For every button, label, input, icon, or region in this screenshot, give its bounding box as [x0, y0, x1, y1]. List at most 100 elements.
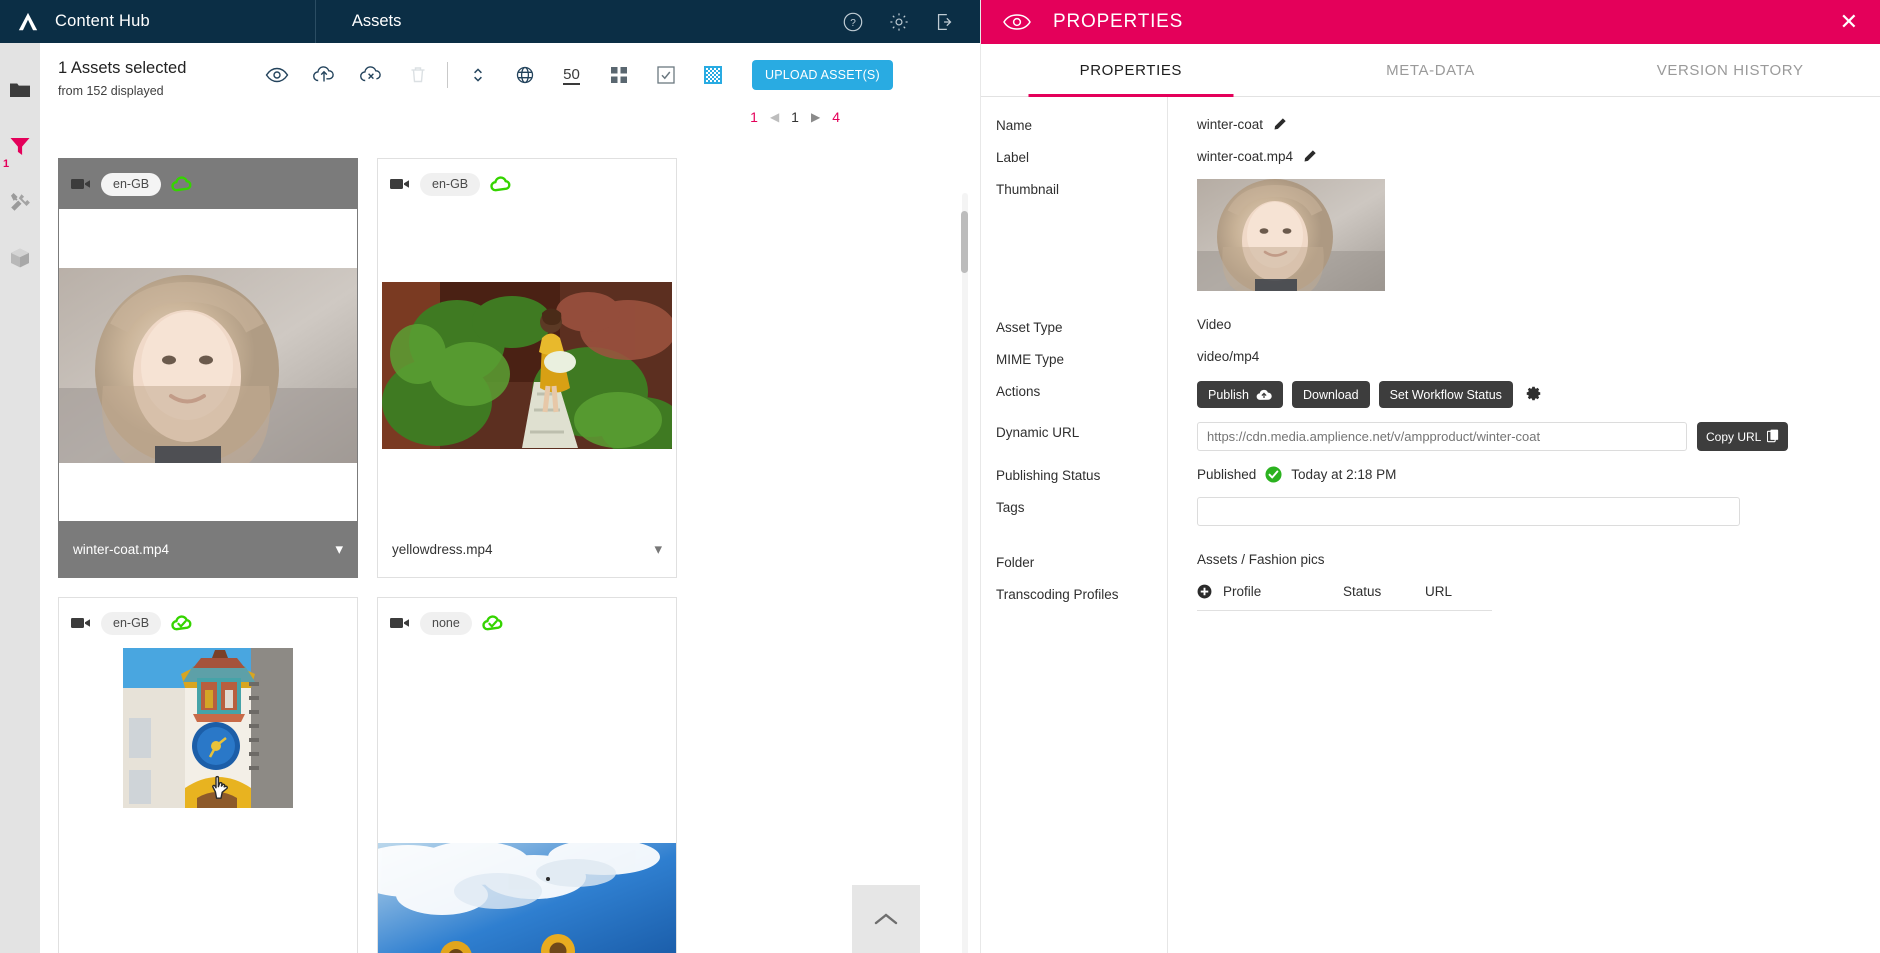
- column-url: URL: [1425, 584, 1453, 599]
- asset-card-sunflower[interactable]: none: [377, 597, 677, 953]
- field-label: MIME Type: [996, 352, 1065, 367]
- cloud-upload-icon: [1256, 389, 1272, 400]
- properties-list: Name winter-coat Label winter-coat.mp4 T…: [981, 97, 1880, 953]
- label-value: winter-coat.mp4: [1197, 148, 1294, 164]
- publish-button-label: Publish: [1208, 387, 1249, 402]
- pagination: 1 ◀ 1 ▶ 4: [40, 109, 980, 125]
- asset-thumbnail-preview[interactable]: [1197, 179, 1385, 291]
- asset-card-yellowdress[interactable]: en-GB yellowdress.mp4 ▾: [377, 158, 677, 578]
- asset-card-header: en-GB: [59, 598, 357, 648]
- published-cloud-icon: [490, 176, 511, 192]
- field-label: Transcoding Profiles: [996, 587, 1119, 602]
- asset-thumbnail: [59, 648, 357, 953]
- filter-count-badge: 1: [3, 158, 10, 170]
- field-value: winter-coat.mp4: [1167, 147, 1880, 165]
- page-next-arrow[interactable]: ▶: [811, 110, 820, 124]
- asset-card-header: en-GB: [378, 159, 676, 209]
- copy-url-label: Copy URL: [1706, 429, 1762, 444]
- publish-cloud-up-icon[interactable]: [300, 59, 347, 91]
- close-icon[interactable]: ✕: [1840, 11, 1858, 33]
- app-root: Content Hub Assets ? 1 1 Assets selected…: [0, 0, 1880, 953]
- scroll-to-top-button[interactable]: [852, 885, 920, 953]
- field-tags: Tags: [981, 497, 1880, 526]
- preview-eye-icon[interactable]: [981, 10, 1053, 34]
- unpublish-cloud-x-icon[interactable]: [347, 59, 394, 91]
- field-label: Dynamic URL: [996, 425, 1080, 440]
- page-prev-arrow[interactable]: ◀: [770, 110, 779, 124]
- field-dynamic-url: Dynamic URL Copy URL: [981, 422, 1880, 451]
- publishing-status-time: Today at 2:18 PM: [1291, 466, 1397, 482]
- field-label: Label: [996, 150, 1030, 165]
- publish-button[interactable]: Publish: [1197, 381, 1283, 408]
- tags-input[interactable]: [1197, 497, 1740, 526]
- toolbar-icon-group: 50 UPLOAD ASSET(S): [253, 59, 893, 91]
- copy-url-button[interactable]: Copy URL: [1697, 422, 1789, 451]
- asset-name: winter-coat.mp4: [73, 541, 170, 557]
- sidebar-item-filters[interactable]: 1: [3, 133, 33, 170]
- mime-type-value: video/mp4: [1197, 349, 1260, 364]
- transparency-icon[interactable]: [689, 59, 736, 91]
- tab-meta-data[interactable]: META-DATA: [1281, 44, 1581, 96]
- upload-assets-button[interactable]: UPLOAD ASSET(S): [752, 60, 893, 90]
- properties-panel-header: PROPERTIES ✕: [981, 0, 1880, 44]
- asset-card-winter-coat[interactable]: en-GB winter-coat.mp4 ▾: [58, 158, 358, 578]
- actions-settings-gear-icon[interactable]: [1522, 384, 1545, 406]
- sort-updown-icon[interactable]: [454, 59, 501, 91]
- topbar-actions: ?: [842, 11, 980, 33]
- amplience-logo-icon[interactable]: [0, 11, 55, 33]
- preview-eye-icon[interactable]: [253, 59, 300, 91]
- settings-gear-icon[interactable]: [888, 11, 910, 33]
- edit-pencil-icon[interactable]: [1302, 149, 1317, 164]
- assets-scrollbar-track[interactable]: [962, 193, 968, 953]
- assets-scrollbar-thumb[interactable]: [961, 211, 968, 273]
- locale-badge: none: [420, 611, 472, 635]
- page-first[interactable]: 1: [750, 109, 758, 125]
- sidebar-item-folders[interactable]: [7, 77, 33, 103]
- folder-value: Assets / Fashion pics: [1197, 552, 1325, 567]
- field-value: [1167, 497, 1880, 526]
- video-type-icon: [71, 618, 90, 628]
- tab-properties[interactable]: PROPERTIES: [981, 44, 1281, 96]
- selection-summary: 1 Assets selected from 152 displayed: [58, 57, 253, 98]
- locale-badge: en-GB: [420, 172, 481, 196]
- video-type-icon: [390, 618, 409, 628]
- page-last[interactable]: 4: [832, 109, 840, 125]
- edit-pencil-icon[interactable]: [1272, 117, 1287, 132]
- asset-card-header: en-GB: [59, 159, 357, 209]
- asset-name: yellowdress.mp4: [392, 541, 493, 557]
- page-size-selector[interactable]: 50: [548, 59, 595, 91]
- asset-card-footer: winter-coat.mp4 ▾: [59, 521, 357, 577]
- chevron-down-icon[interactable]: ▾: [654, 540, 662, 558]
- brand-name: Content Hub: [55, 12, 150, 30]
- grid-view-icon[interactable]: [595, 59, 642, 91]
- assets-toolbar: 1 Assets selected from 152 displayed 50 …: [40, 43, 980, 107]
- dynamic-url-input[interactable]: [1197, 422, 1687, 451]
- panel-tabs: PROPERTIES META-DATA VERSION HISTORY: [981, 44, 1880, 97]
- help-icon[interactable]: ?: [842, 11, 864, 33]
- field-value: Profile Status URL: [1167, 584, 1880, 611]
- properties-panel: PROPERTIES ✕ PROPERTIES META-DATA VERSIO…: [980, 0, 1880, 953]
- chevron-down-icon[interactable]: ▾: [335, 540, 343, 558]
- tab-version-history[interactable]: VERSION HISTORY: [1580, 44, 1880, 96]
- field-label-row: Label winter-coat.mp4: [981, 147, 1880, 165]
- asset-card-header: none: [378, 598, 676, 648]
- published-cloud-check-icon: [171, 615, 192, 631]
- select-all-checkbox-icon[interactable]: [642, 59, 689, 91]
- publishing-status-value: Published: [1197, 466, 1257, 482]
- download-button[interactable]: Download: [1292, 381, 1370, 408]
- locale-globe-icon[interactable]: [501, 59, 548, 91]
- asset-type-value: Video: [1197, 317, 1232, 332]
- field-folder: Folder Assets / Fashion pics: [981, 552, 1880, 570]
- sidebar-item-assets-box[interactable]: [7, 245, 33, 271]
- page-current: 1: [791, 109, 799, 125]
- asset-card-clock-tower[interactable]: en-GB: [58, 597, 358, 953]
- add-transcoding-profile-icon[interactable]: [1197, 584, 1212, 599]
- video-type-icon: [390, 179, 409, 189]
- delete-trash-icon: [394, 59, 441, 91]
- properties-column-divider: [1167, 97, 1168, 953]
- top-navigation-bar: Content Hub Assets ?: [0, 0, 980, 43]
- svg-text:?: ?: [850, 18, 856, 29]
- sidebar-item-tools[interactable]: [7, 189, 33, 215]
- logout-icon[interactable]: [934, 11, 956, 33]
- set-workflow-status-button[interactable]: Set Workflow Status: [1378, 381, 1513, 408]
